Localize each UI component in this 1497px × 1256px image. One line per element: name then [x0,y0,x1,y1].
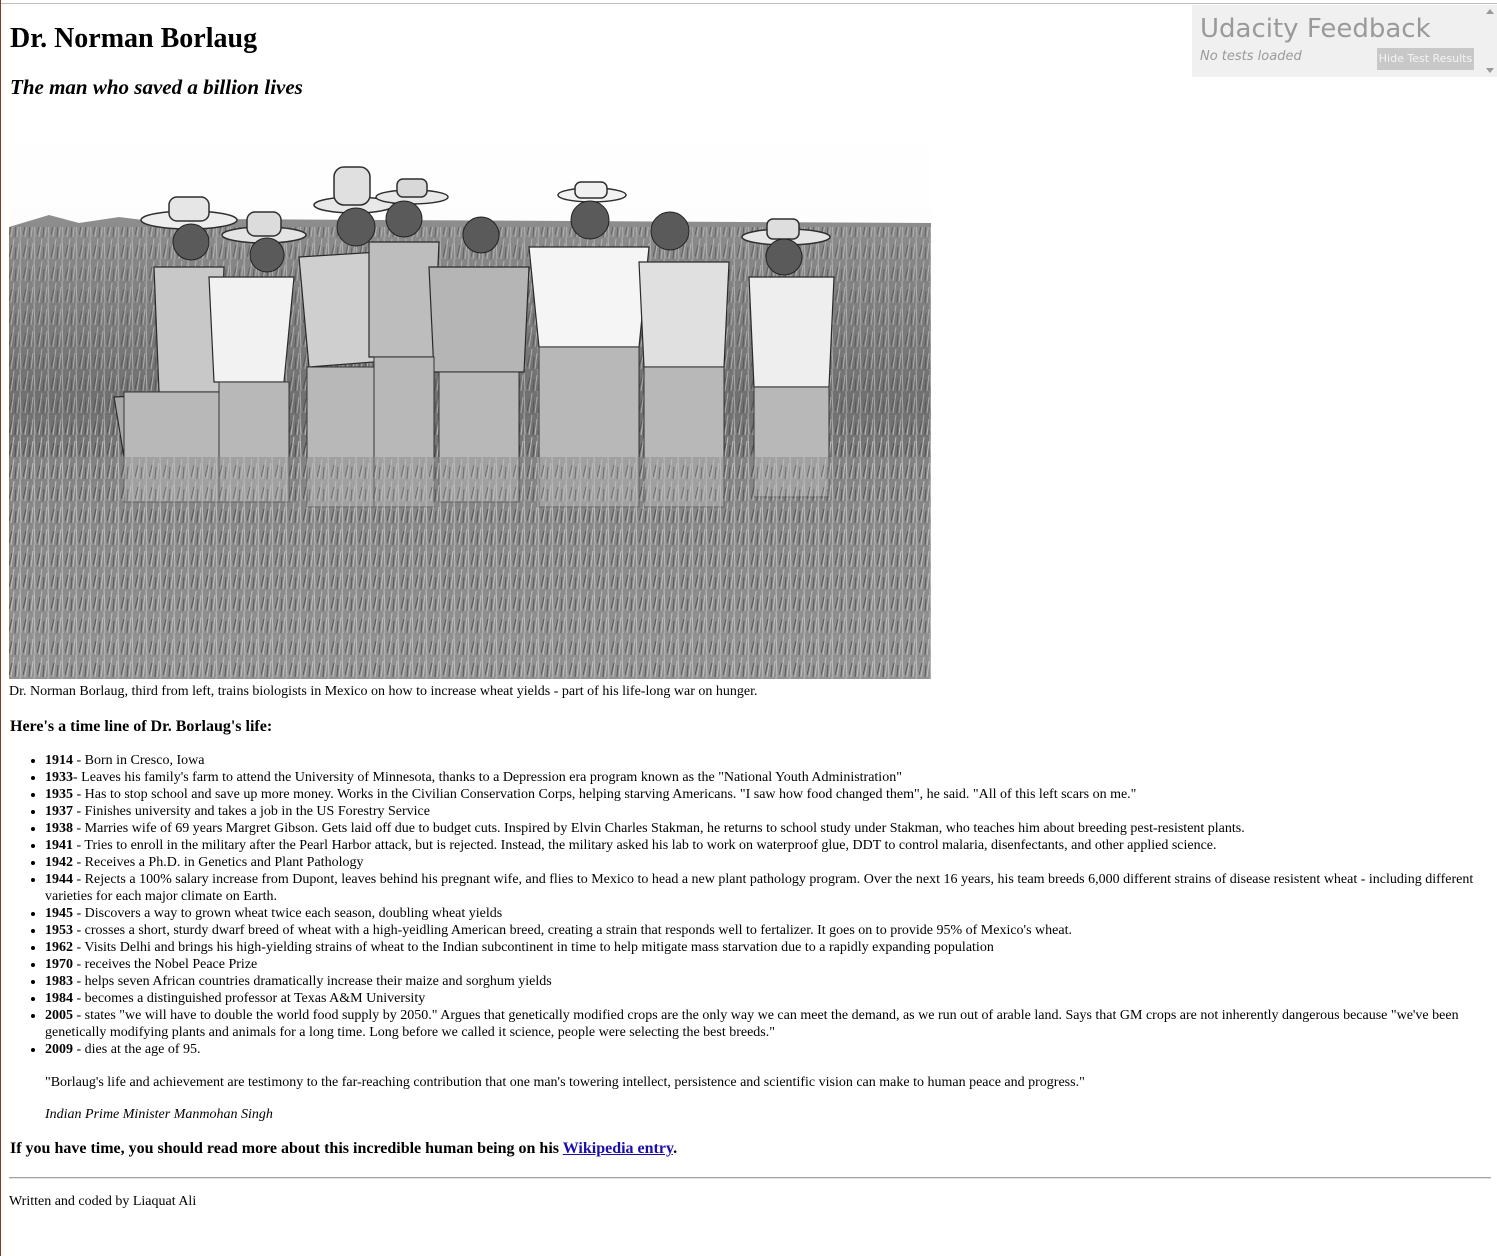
timeline-text: Tries to enroll in the military after th… [84,838,1217,853]
timeline-year: 1942 [45,855,73,870]
timeline-separator: - [73,906,85,921]
timeline-separator: - [73,1008,85,1023]
timeline-separator: - [73,1042,85,1057]
udacity-status: No tests loaded [1200,49,1302,64]
list-item: 1938 - Marries wife of 69 years Margret … [45,820,1475,837]
quote-author: Indian Prime Minister Manmohan Singh [45,1107,273,1122]
read-more-text: If you have time, you should read more a… [10,1140,563,1157]
timeline-text: becomes a distinguished professor at Tex… [84,991,426,1006]
wikipedia-link[interactable]: Wikipedia entry [563,1140,673,1157]
list-item: 1935 - Has to stop school and save up mo… [45,786,1475,803]
timeline-year: 1953 [45,923,73,938]
timeline-year: 2009 [45,1042,73,1057]
list-item: 1945 - Discovers a way to grown wheat tw… [45,905,1475,922]
timeline-year: 1938 [45,821,73,836]
horizontal-rule [9,1177,1491,1179]
list-item: 1953 - crosses a short, sturdy dwarf bre… [45,922,1475,939]
timeline-separator: - [73,821,85,836]
timeline-separator: - [73,787,85,802]
timeline-separator: - [73,855,85,870]
quote-text: "Borlaug's life and achievement are test… [45,1075,1085,1090]
page-subtitle: The man who saved a billion lives [10,75,303,99]
list-item: 1942 - Receives a Ph.D. in Genetics and … [45,854,1475,871]
timeline-year: 1914 [45,753,73,768]
timeline-year: 1933 [45,770,73,785]
footer-credit: Written and coded by Liaquat Ali [9,1194,197,1209]
timeline-text: Born in Cresco, Iowa [84,753,205,768]
timeline-separator: - [73,991,85,1006]
timeline-text: Finishes university and takes a job in t… [84,804,430,819]
scroll-down-icon[interactable] [1486,68,1494,73]
list-item: 2005 - states "we will have to double th… [45,1007,1475,1041]
timeline-text: Visits Delhi and brings his high-yieldin… [84,940,994,955]
widget-scrollbar[interactable] [1482,5,1497,77]
window-top-border [0,3,1497,4]
timeline-separator: - [73,872,85,887]
timeline-text: Has to stop school and save up more mone… [84,787,1137,802]
list-item: 1941 - Tries to enroll in the military a… [45,837,1475,854]
timeline-year: 1970 [45,957,73,972]
borlaug-photo [9,127,931,679]
list-item: 1962 - Visits Delhi and brings his high-… [45,939,1475,956]
timeline-year: 2005 [45,1008,73,1023]
udacity-feedback-widget: Udacity Feedback No tests loaded Hide Te… [1192,5,1497,77]
timeline-separator: - [73,940,85,955]
hide-test-results-button[interactable]: Hide Test Results [1377,48,1474,70]
timeline-text: receives the Nobel Peace Prize [84,957,258,972]
list-item: 1933- Leaves his family's farm to attend… [45,769,1475,786]
timeline-list: 1914 - Born in Cresco, Iowa 1933- Leaves… [9,752,1475,1058]
list-item: 1944 - Rejects a 100% salary increase fr… [45,871,1475,905]
timeline-separator: - [73,804,85,819]
timeline-heading: Here's a time line of Dr. Borlaug's life… [10,718,273,735]
timeline-year: 1935 [45,787,73,802]
udacity-feedback-title: Udacity Feedback [1200,14,1431,44]
timeline-separator: - [73,923,85,938]
timeline-separator: - [73,974,85,989]
timeline-year: 1984 [45,991,73,1006]
timeline-text: Receives a Ph.D. in Genetics and Plant P… [84,855,364,870]
timeline-text: dies at the age of 95. [84,1042,201,1057]
timeline-text: Leaves his family's farm to attend the U… [81,770,902,785]
list-item: 1983 - helps seven African countries dra… [45,973,1475,990]
list-item: 1914 - Born in Cresco, Iowa [45,752,1475,769]
timeline-text: states "we will have to double the world… [45,1008,1459,1040]
photo-caption: Dr. Norman Borlaug, third from left, tra… [9,684,758,699]
timeline-year: 1983 [45,974,73,989]
timeline-separator: - [73,753,85,768]
timeline-text: Discovers a way to grown wheat twice eac… [84,906,503,921]
timeline-year: 1962 [45,940,73,955]
page-title: Dr. Norman Borlaug [10,23,258,54]
timeline-separator: - [73,957,85,972]
timeline-separator: - [73,838,85,853]
timeline-year: 1941 [45,838,73,853]
timeline-year: 1945 [45,906,73,921]
list-item: 2009 - dies at the age of 95. [45,1041,1475,1058]
window-left-border [0,0,1,1256]
timeline-year: 1937 [45,804,73,819]
timeline-text: Marries wife of 69 years Margret Gibson.… [84,821,1245,836]
list-item: 1970 - receives the Nobel Peace Prize [45,956,1475,973]
timeline-text: Rejects a 100% salary increase from Dupo… [45,872,1474,904]
list-item: 1937 - Finishes university and takes a j… [45,803,1475,820]
timeline-text: helps seven African countries dramatical… [84,974,552,989]
read-more-suffix: . [673,1140,678,1157]
scroll-up-icon[interactable] [1486,9,1494,14]
timeline-year: 1944 [45,872,73,887]
list-item: 1984 - becomes a distinguished professor… [45,990,1475,1007]
timeline-separator: - [73,770,82,785]
read-more: If you have time, you should read more a… [10,1139,677,1159]
timeline-text: crosses a short, sturdy dwarf breed of w… [84,923,1072,938]
